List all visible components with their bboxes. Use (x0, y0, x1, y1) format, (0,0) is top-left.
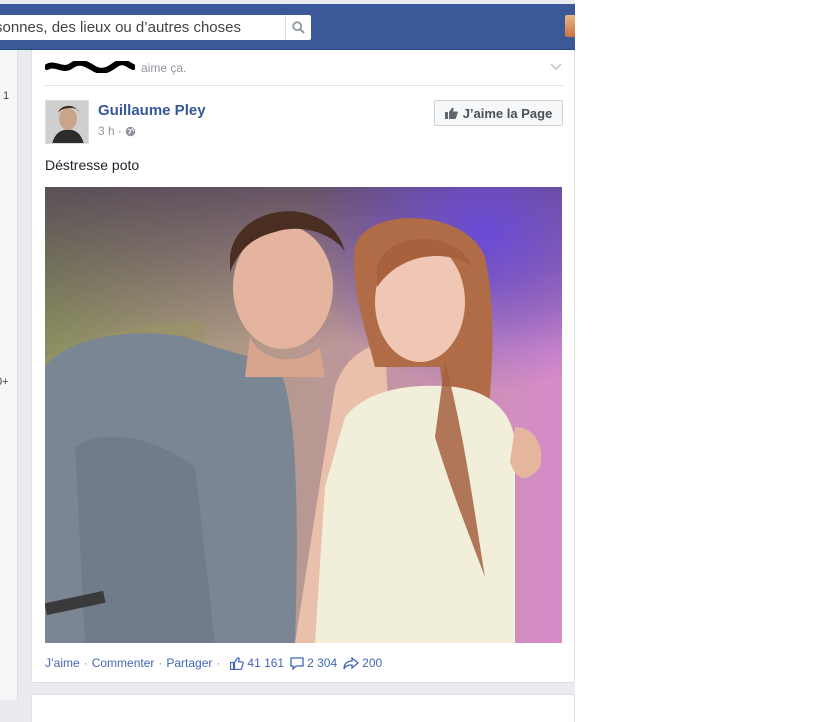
post-timestamp[interactable]: 3 h (98, 124, 115, 138)
comments-count[interactable]: 2 304 (290, 656, 337, 670)
comments-count-value: 2 304 (307, 656, 338, 670)
left-sidebar: 1 0+ (0, 50, 18, 700)
post-actions: J’aime · Commenter · Partager · 41 161 2… (45, 656, 382, 670)
like-page-button[interactable]: J’aime la Page (434, 100, 563, 126)
sidebar-count: 1 (3, 90, 10, 102)
search-button[interactable] (285, 15, 311, 40)
user-avatar[interactable] (565, 15, 575, 37)
photo-image (45, 187, 562, 643)
chevron-down-icon[interactable] (549, 61, 563, 73)
meta-separator: · (117, 124, 122, 138)
next-post-card (31, 694, 575, 722)
shares-count[interactable]: 200 (343, 656, 382, 670)
story-header: aime ça. (45, 58, 563, 86)
comment-link[interactable]: Commenter (92, 656, 155, 670)
author-name[interactable]: Guillaume Pley (98, 102, 206, 119)
post-meta: 3 h · (98, 124, 136, 138)
share-arrow-icon (343, 656, 360, 669)
shares-count-value: 200 (362, 656, 383, 670)
redacted-name (45, 61, 135, 73)
post-photo[interactable] (45, 187, 562, 643)
thumbs-up-icon (230, 656, 245, 670)
globe-icon[interactable] (125, 126, 136, 137)
likes-count-value: 41 161 (247, 656, 285, 670)
post-card: aime ça. Guillaume Pley 3 h · J’aime la … (31, 50, 575, 683)
like-link[interactable]: J’aime (45, 656, 80, 670)
share-link[interactable]: Partager (166, 656, 212, 670)
comment-bubble-icon (290, 656, 304, 670)
action-separator: · (83, 656, 88, 670)
top-navigation-bar (0, 0, 575, 50)
search-icon (292, 21, 305, 34)
search-bar (0, 15, 311, 40)
story-text: aime ça. (141, 61, 187, 75)
like-page-label: J’aime la Page (462, 105, 553, 121)
sidebar-count: 0+ (0, 376, 9, 388)
thumbs-up-icon (444, 107, 458, 119)
author-avatar[interactable] (45, 100, 89, 144)
post-message: Déstresse poto (45, 157, 140, 173)
top-strip (0, 0, 575, 4)
action-separator: · (216, 656, 221, 670)
action-separator: · (158, 656, 163, 670)
author-photo (46, 101, 88, 143)
search-input[interactable] (0, 15, 283, 40)
likes-count[interactable]: 41 161 (230, 656, 284, 670)
